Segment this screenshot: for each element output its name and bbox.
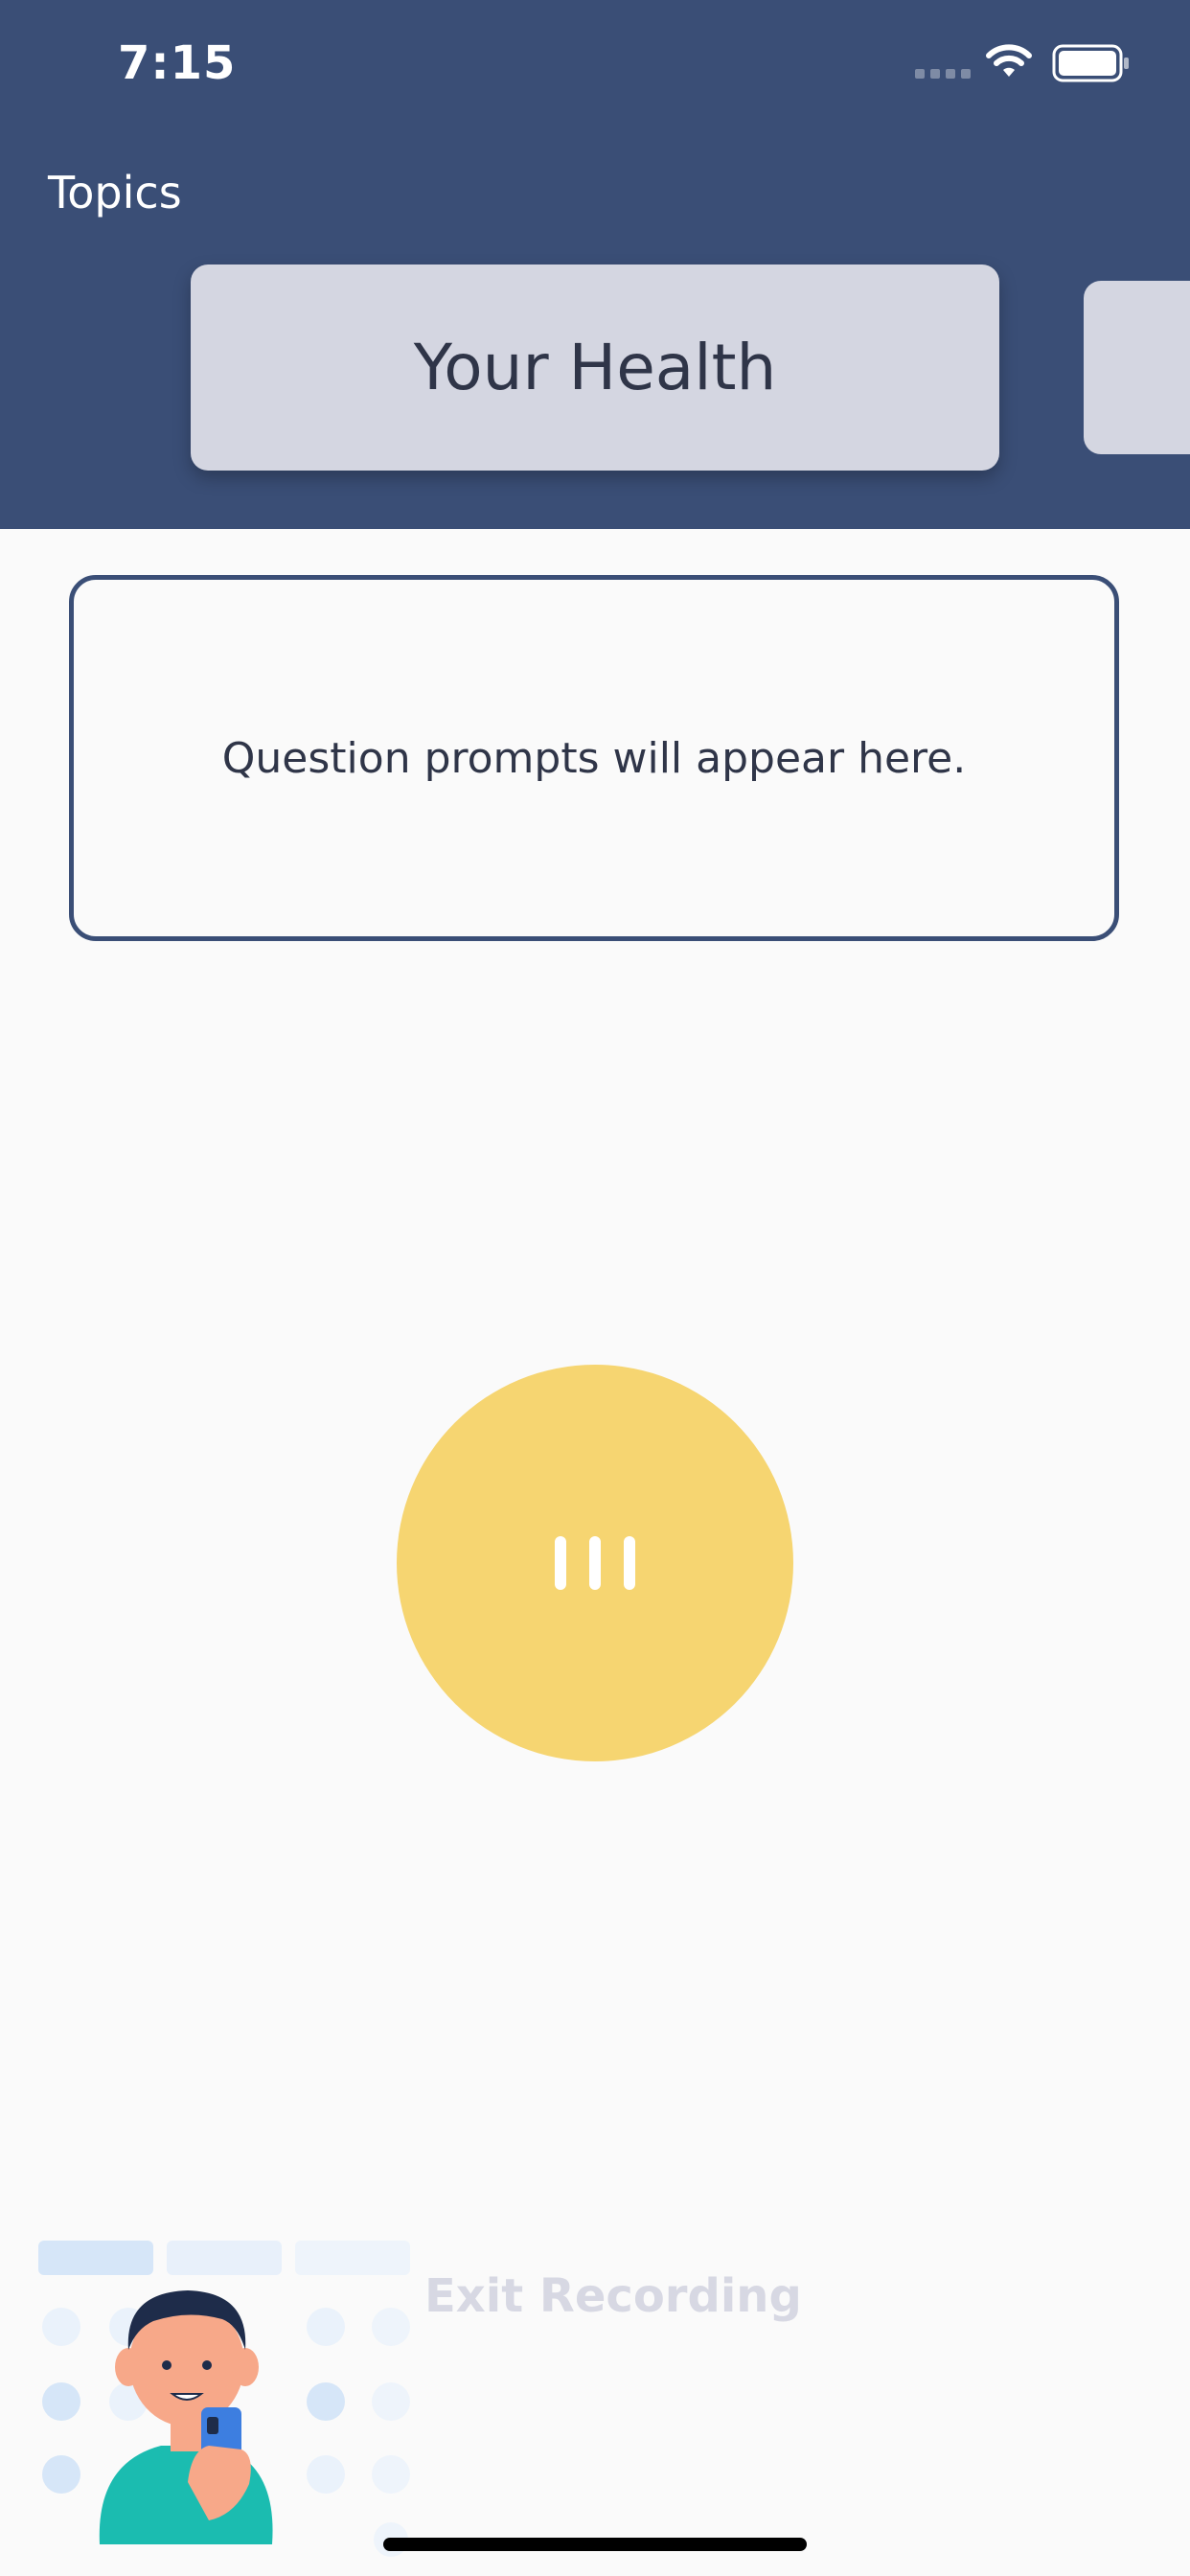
- cellular-signal-icon: [915, 69, 971, 79]
- question-prompt-box: Question prompts will appear here.: [69, 575, 1119, 941]
- wifi-icon: [986, 44, 1032, 77]
- status-time: 7:15: [118, 36, 237, 90]
- battery-icon: [1052, 44, 1129, 82]
- person-with-phone-illustration: [38, 2241, 410, 2557]
- pause-icon-bar: [555, 1536, 566, 1590]
- question-prompt-text: Question prompts will appear here.: [221, 733, 967, 783]
- exit-recording-button[interactable]: Exit Recording: [424, 2269, 802, 2323]
- topics-label: Topics: [48, 167, 182, 218]
- pause-icon-bar: [589, 1536, 601, 1590]
- header: 7:15 Topics Your Health: [0, 0, 1190, 529]
- topic-card-next[interactable]: [1084, 281, 1190, 454]
- pause-icon-bar: [624, 1536, 635, 1590]
- topic-card-label: Your Health: [413, 331, 777, 404]
- topic-card-your-health[interactable]: Your Health: [191, 264, 999, 471]
- pause-recording-button[interactable]: [397, 1365, 793, 1761]
- home-indicator[interactable]: [383, 2538, 807, 2551]
